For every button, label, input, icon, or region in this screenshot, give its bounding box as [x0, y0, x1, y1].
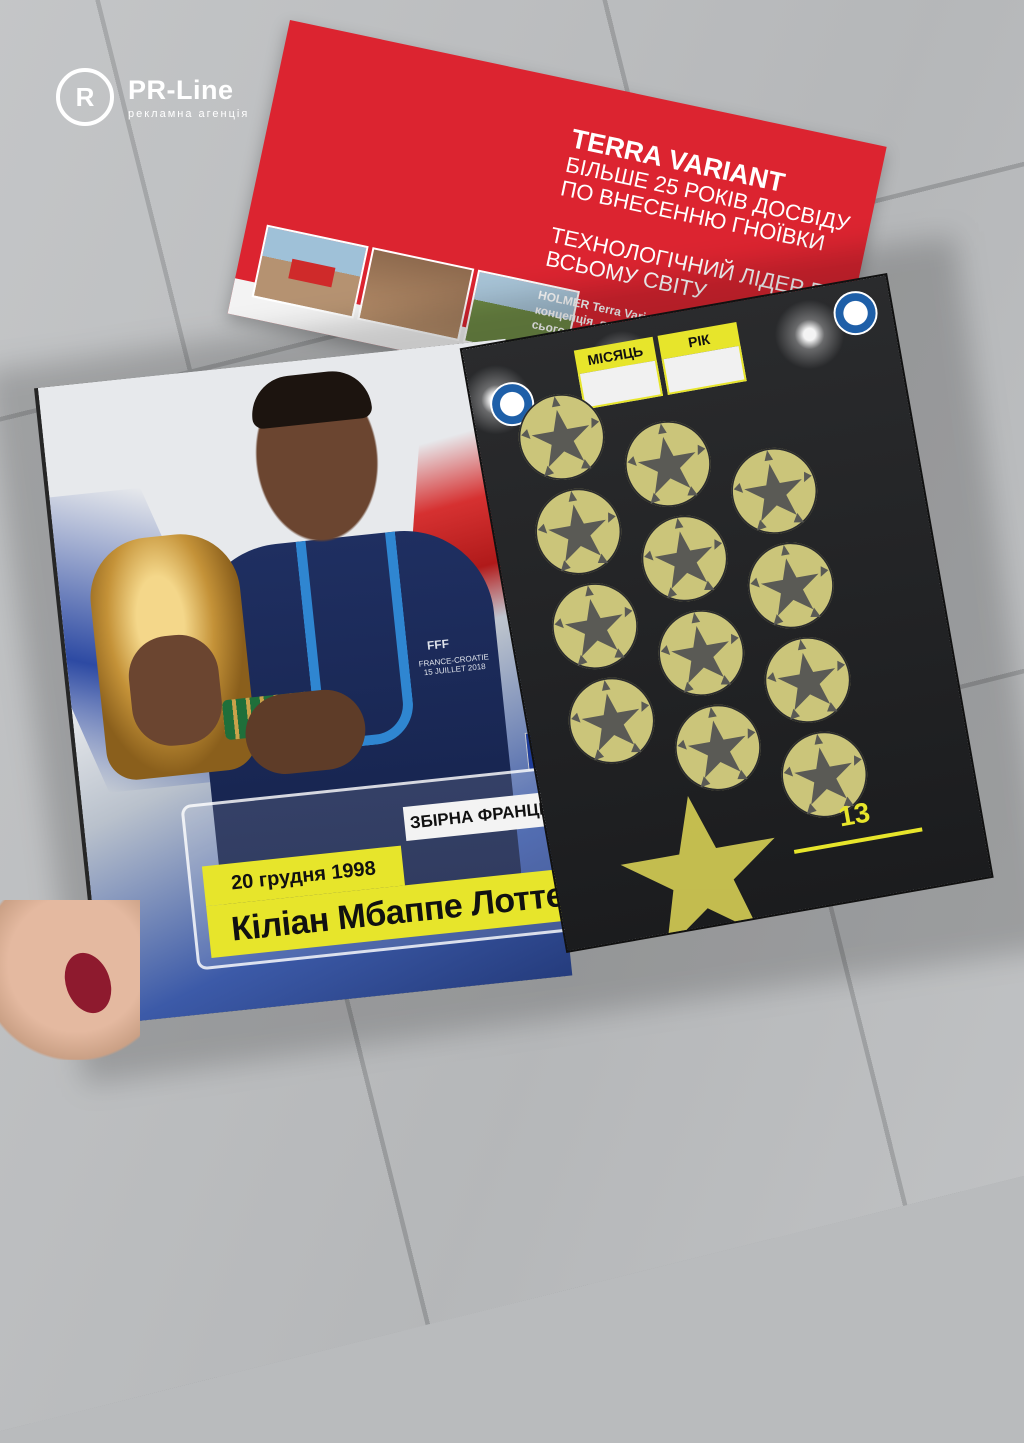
starball-sticker-slot [741, 535, 841, 636]
pr-line-logo-icon: R [56, 68, 114, 126]
star-icon [732, 449, 816, 533]
month-field[interactable]: МІСЯЦЬ [573, 336, 664, 410]
year-field[interactable]: РІК [657, 321, 747, 395]
starball-sticker-slot [545, 576, 645, 676]
watermark-tagline: рекламна агенція [128, 107, 250, 120]
star-icon [643, 517, 726, 600]
page-number-underline [793, 827, 923, 854]
star-icon [659, 611, 743, 695]
page-number: 13 [836, 796, 873, 833]
starball-sticker-slot [634, 508, 735, 609]
starball-sticker-slot [757, 630, 858, 730]
starball-sticker-slot [724, 441, 825, 541]
jersey-badge: FFF [426, 636, 450, 653]
star-icon [570, 679, 653, 762]
watermark-brand: PR-Line [128, 74, 234, 105]
starball-sticker-slot [618, 414, 718, 514]
starball-sticker-slot [651, 603, 752, 703]
country-label: ЗБІРНА ФРАНЦІЇ [402, 791, 556, 841]
star-icon [626, 422, 710, 506]
star-icon [553, 584, 637, 668]
star-icon [766, 638, 849, 722]
starball-sticker-slot [561, 670, 662, 771]
star-icon [537, 490, 620, 573]
star-icon [749, 544, 833, 627]
starball-sticker-slot [528, 481, 629, 582]
watermark-logo: R PR-Line рекламна агенція [56, 68, 249, 126]
